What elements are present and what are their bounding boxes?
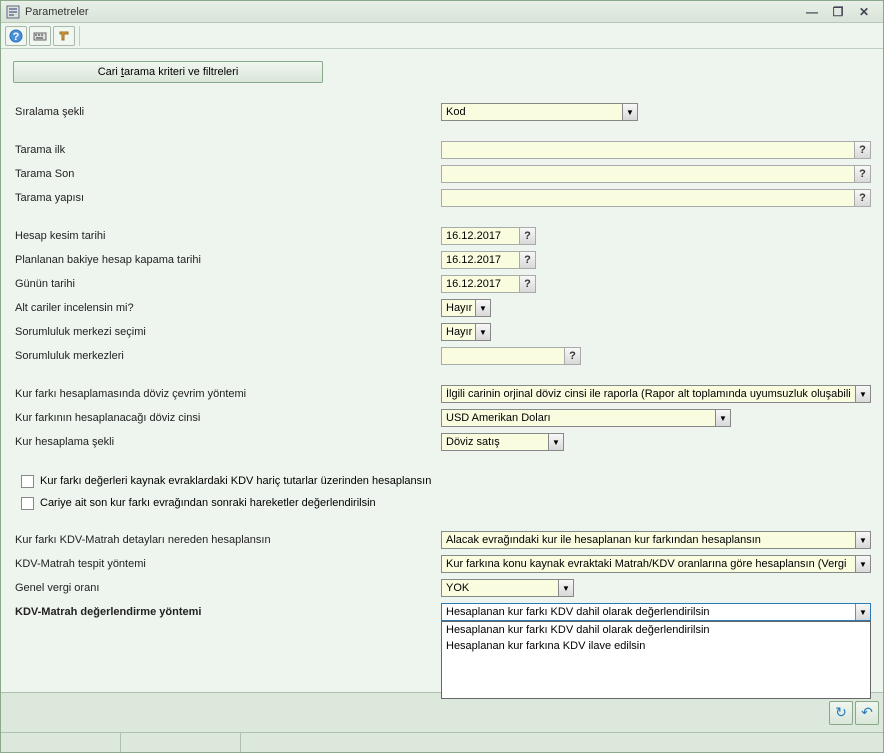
fx-calc-type-label: Kur hesaplama şekli — [13, 436, 441, 448]
after-last-fx-checkbox[interactable] — [21, 497, 34, 510]
back-button[interactable]: ↶ — [855, 701, 879, 725]
help-icon[interactable]: ? — [854, 190, 870, 206]
scan-struct-label: Tarama yapısı — [13, 192, 441, 204]
fx-currency-label: Kur farkının hesaplanacağı döviz cinsi — [13, 412, 441, 424]
scan-struct-input[interactable]: ? — [441, 189, 871, 207]
refresh-button[interactable]: ↻ — [829, 701, 853, 725]
kdv-matrah-method-select[interactable]: Kur farkına konu kaynak evraktaki Matrah… — [441, 555, 871, 573]
dropdown-option[interactable]: Hesaplanan kur farkına KDV ilave edilsin — [442, 638, 870, 654]
planned-close-date[interactable]: 16.12.2017 ? — [441, 251, 536, 269]
status-cell — [1, 733, 121, 752]
settings-tool-button[interactable] — [53, 26, 75, 46]
help-icon[interactable]: ? — [564, 348, 580, 364]
status-bar — [1, 732, 883, 752]
resp-centers-input[interactable]: ? — [441, 347, 581, 365]
resp-center-sel-select[interactable]: Hayır ▼ — [441, 323, 491, 341]
sub-accounts-select[interactable]: Hayır ▼ — [441, 299, 491, 317]
window-title: Parametreler — [25, 6, 803, 18]
svg-text:?: ? — [13, 31, 20, 43]
general-tax-rate-select[interactable]: YOK ▼ — [441, 579, 574, 597]
minimize-button[interactable]: — — [803, 5, 821, 19]
chevron-down-icon[interactable]: ▼ — [855, 556, 870, 572]
general-tax-rate-label: Genel vergi oranı — [13, 582, 441, 594]
resp-centers-label: Sorumluluk merkezleri — [13, 350, 441, 362]
scan-last-input[interactable]: ? — [441, 165, 871, 183]
help-icon[interactable]: ? — [519, 252, 535, 268]
restore-button[interactable]: ❐ — [829, 5, 847, 19]
after-last-fx-label: Cariye ait son kur farkı evrağından sonr… — [40, 497, 376, 509]
kdv-exclusive-checkbox[interactable] — [21, 475, 34, 488]
toolbar-separator — [79, 26, 80, 46]
sub-accounts-label: Alt cariler incelensin mi? — [13, 302, 441, 314]
help-tool-button[interactable]: ? — [5, 26, 27, 46]
status-cell — [241, 733, 883, 752]
refresh-icon: ↻ — [835, 704, 847, 721]
kdv-exclusive-label: Kur farkı değerleri kaynak evraklardaki … — [40, 475, 431, 487]
chevron-down-icon[interactable]: ▼ — [855, 532, 870, 548]
chevron-down-icon[interactable]: ▼ — [548, 434, 563, 450]
keyboard-tool-button[interactable] — [29, 26, 51, 46]
kdv-matrah-eval-label: KDV-Matrah değerlendirme yöntemi — [13, 606, 441, 618]
titlebar: Parametreler — ❐ ✕ — [1, 1, 883, 23]
help-icon[interactable]: ? — [854, 166, 870, 182]
kdv-matrah-method-label: KDV-Matrah tespit yöntemi — [13, 558, 441, 570]
chevron-down-icon[interactable]: ▼ — [715, 410, 730, 426]
scan-first-input[interactable]: ? — [441, 141, 871, 159]
sort-type-select[interactable]: Kod ▼ — [441, 103, 638, 121]
back-icon: ↶ — [861, 704, 873, 721]
kdv-matrah-src-select[interactable]: Alacak evrağındaki kur ile hesaplanan ku… — [441, 531, 871, 549]
kdv-matrah-src-label: Kur farkı KDV-Matrah detayları nereden h… — [13, 534, 441, 546]
chevron-down-icon[interactable]: ▼ — [855, 604, 870, 620]
app-icon — [5, 4, 21, 20]
today-date-label: Günün tarihi — [13, 278, 441, 290]
fx-currency-select[interactable]: USD Amerikan Doları ▼ — [441, 409, 731, 427]
help-icon[interactable]: ? — [519, 228, 535, 244]
scan-criteria-filter-button[interactable]: Cari tarama kriteri ve filtreleri — [13, 61, 323, 83]
chevron-down-icon[interactable]: ▼ — [622, 104, 637, 120]
kdv-matrah-eval-dropdown[interactable]: Hesaplanan kur farkı KDV dahil olarak de… — [441, 621, 871, 699]
chevron-down-icon[interactable]: ▼ — [558, 580, 573, 596]
kdv-matrah-eval-select[interactable]: Hesaplanan kur farkı KDV dahil olarak de… — [441, 603, 871, 621]
fx-calc-type-select[interactable]: Döviz satış ▼ — [441, 433, 564, 451]
account-cutoff-label: Hesap kesim tarihi — [13, 230, 441, 242]
scan-first-label: Tarama ilk — [13, 144, 441, 156]
chevron-down-icon[interactable]: ▼ — [475, 324, 490, 340]
today-date[interactable]: 16.12.2017 ? — [441, 275, 536, 293]
close-button[interactable]: ✕ — [855, 5, 873, 19]
status-cell — [121, 733, 241, 752]
sort-type-label: Sıralama şekli — [13, 106, 441, 118]
account-cutoff-date[interactable]: 16.12.2017 ? — [441, 227, 536, 245]
help-icon[interactable]: ? — [519, 276, 535, 292]
fx-conv-method-select[interactable]: İlgili carinin orjinal döviz cinsi ile r… — [441, 385, 871, 403]
fx-conv-method-label: Kur farkı hesaplamasında döviz çevrim yö… — [13, 388, 441, 400]
help-icon[interactable]: ? — [854, 142, 870, 158]
resp-center-sel-label: Sorumluluk merkezi seçimi — [13, 326, 441, 338]
dropdown-option[interactable]: Hesaplanan kur farkı KDV dahil olarak de… — [442, 622, 870, 638]
scan-last-label: Tarama Son — [13, 168, 441, 180]
toolbar: ? — [1, 23, 883, 49]
planned-close-label: Planlanan bakiye hesap kapama tarihi — [13, 254, 441, 266]
chevron-down-icon[interactable]: ▼ — [475, 300, 490, 316]
chevron-down-icon[interactable]: ▼ — [855, 386, 870, 402]
content-area: Cari tarama kriteri ve filtreleri Sırala… — [1, 49, 883, 692]
